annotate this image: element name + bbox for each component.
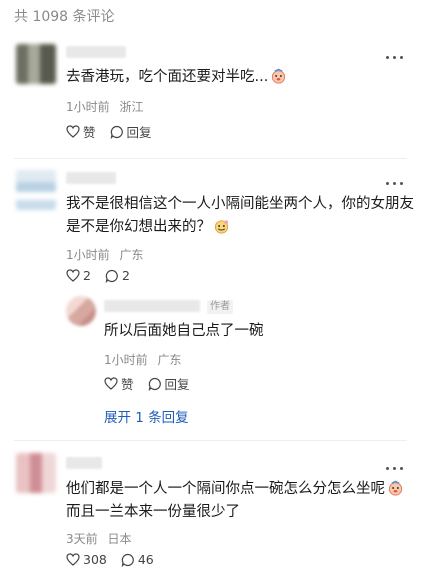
reply-location: 广东 xyxy=(157,353,182,367)
comment-meta: 1小时前 浙江 xyxy=(66,98,143,115)
username-blurred[interactable] xyxy=(66,46,126,58)
comment-actions: 赞 回复 xyxy=(66,122,166,141)
comment-meta: 1小时前 广东 xyxy=(66,246,143,263)
like-count: 308 xyxy=(83,552,107,567)
comment-location: 广东 xyxy=(119,248,144,262)
comment-actions: 2 2 xyxy=(66,268,144,283)
reply-text: 所以后面她自己点了一碗 xyxy=(104,323,264,339)
comment-time: 1小时前 xyxy=(66,248,110,262)
reply-time: 1小时前 xyxy=(104,353,148,367)
comment-time: 1小时前 xyxy=(66,100,110,114)
comment-location: 日本 xyxy=(107,532,132,546)
heart-icon xyxy=(66,269,80,282)
heart-icon xyxy=(66,553,80,566)
username-blurred[interactable] xyxy=(66,172,116,184)
emoji-icon xyxy=(388,480,403,496)
comment-text: 去香港玩，吃个面还要对半吃... xyxy=(66,66,287,89)
divider xyxy=(14,440,407,441)
comment-bubble-icon xyxy=(110,125,123,139)
expand-replies-link[interactable]: 展开 1 条回复 xyxy=(104,406,189,426)
reply-count: 46 xyxy=(137,552,154,567)
divider xyxy=(14,158,407,159)
emoji-icon xyxy=(214,220,229,234)
comment-bubble-icon xyxy=(148,377,161,391)
like-count: 2 xyxy=(83,268,91,283)
avatar[interactable] xyxy=(16,170,56,210)
avatar[interactable] xyxy=(16,453,56,493)
username-blurred[interactable] xyxy=(104,300,200,312)
emoji-icon xyxy=(272,68,286,84)
comment-bubble-icon xyxy=(105,269,118,283)
avatar[interactable] xyxy=(66,296,96,326)
comment-count: 共 1098 条评论 xyxy=(14,9,115,25)
heart-icon xyxy=(104,377,118,390)
username-blurred[interactable] xyxy=(66,457,102,469)
more-button[interactable] xyxy=(384,51,408,63)
comment-location: 浙江 xyxy=(119,100,144,114)
like-button[interactable]: 赞 xyxy=(104,374,134,393)
heart-icon xyxy=(66,125,80,138)
comment-meta: 3天前 日本 xyxy=(66,530,131,547)
reply-button[interactable]: 回复 xyxy=(110,122,152,141)
avatar[interactable] xyxy=(16,44,56,84)
reply-button[interactable]: 46 xyxy=(121,552,154,567)
comment-text: 他们都是一个人一个隔间你点一碗怎么分怎么坐呢 而且一兰本来一份量很少了 xyxy=(66,478,416,524)
author-tag: 作者 xyxy=(207,300,233,314)
reply-count: 2 xyxy=(121,268,130,283)
reply-button[interactable]: 回复 xyxy=(148,374,190,393)
like-button[interactable]: 赞 xyxy=(66,122,96,141)
comment-bubble-icon xyxy=(121,553,134,567)
comment-text: 我不是很相信这个一人小隔间能坐两个人，你的女朋友 是不是你幻想出来的？ xyxy=(66,196,414,235)
like-button[interactable]: 308 xyxy=(66,552,107,567)
more-button[interactable] xyxy=(384,462,408,474)
comment-actions: 308 46 xyxy=(66,552,168,567)
reply-button[interactable]: 2 xyxy=(105,268,130,283)
more-button[interactable] xyxy=(384,177,408,189)
reply-actions: 赞 回复 xyxy=(104,374,204,393)
like-button[interactable]: 2 xyxy=(66,268,91,283)
comment-time: 3天前 xyxy=(66,532,98,546)
reply-meta: 1小时前 广东 xyxy=(104,351,181,368)
